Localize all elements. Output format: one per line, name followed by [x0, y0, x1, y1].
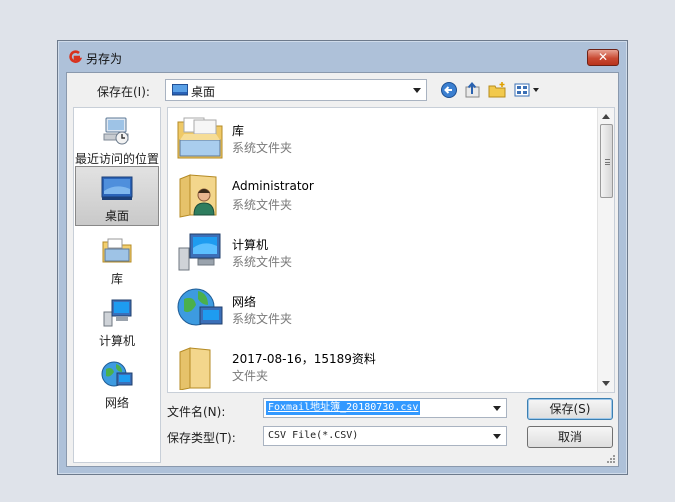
places-recent-label: 最近访问的位置	[74, 152, 159, 166]
scrollbar-thumb[interactable]	[600, 124, 613, 198]
desktop-icon	[101, 176, 133, 200]
file-list[interactable]: 库 系统文件夹 Administrator 系统文件夹 计算机 系统文件夹 网络…	[167, 107, 615, 393]
list-item[interactable]: Administrator 系统文件夹	[176, 169, 596, 225]
list-item[interactable]: 网络 系统文件夹	[176, 283, 596, 339]
back-arrow-icon[interactable]	[439, 81, 459, 99]
places-desktop[interactable]: 桌面	[75, 166, 159, 226]
filetype-value: CSV File(*.CSV)	[268, 430, 359, 441]
places-network[interactable]: 网络	[74, 354, 160, 414]
chevron-down-icon[interactable]	[493, 434, 501, 439]
save-in-label: 保存在(I):	[97, 85, 150, 99]
file-type: 系统文件夹	[232, 255, 293, 269]
places-libraries[interactable]: 库	[74, 230, 160, 290]
computer-icon	[178, 233, 221, 271]
file-type: 文件夹	[232, 369, 269, 383]
libraries-folder-icon	[177, 117, 223, 159]
file-type: 系统文件夹	[232, 141, 293, 155]
cancel-button[interactable]: 取消	[527, 426, 613, 448]
file-type: 系统文件夹	[232, 312, 293, 326]
places-network-label: 网络	[104, 396, 129, 410]
filetype-dropdown[interactable]: CSV File(*.CSV)	[263, 426, 507, 446]
title-bar[interactable]: 另存为 ✕	[58, 41, 627, 71]
places-recent[interactable]: 最近访问的位置	[74, 110, 160, 170]
view-menu-icon[interactable]	[513, 81, 541, 99]
dialog-body: 保存在(I): 桌面 最近访问的位置 桌面 库 计算机 网络 库 系统文件夹 A…	[66, 72, 619, 467]
places-computer-label: 计算机	[98, 334, 135, 348]
recent-places-icon	[103, 117, 129, 145]
chevron-down-icon[interactable]	[413, 88, 421, 93]
chevron-down-icon[interactable]	[493, 406, 501, 411]
file-name: 计算机	[232, 238, 269, 252]
save-button[interactable]: 保存(S)	[527, 398, 613, 420]
list-item[interactable]: 计算机 系统文件夹	[176, 226, 596, 282]
window-title: 另存为	[86, 52, 123, 66]
file-name: Administrator	[232, 179, 314, 193]
foxmail-logo-icon	[69, 50, 82, 63]
vertical-scrollbar[interactable]	[597, 108, 614, 392]
filetype-label: 保存类型(T):	[167, 431, 236, 445]
filename-field[interactable]: Foxmail地址簿_20180730.csv	[263, 398, 507, 418]
filename-value: Foxmail地址簿_20180730.csv	[266, 401, 421, 415]
scroll-down-icon[interactable]	[602, 381, 610, 386]
save-as-dialog: 另存为 ✕ 保存在(I): 桌面 最近访问的位置 桌面 库 计算机 网络 库 系…	[57, 40, 628, 475]
close-button[interactable]: ✕	[587, 49, 619, 66]
libraries-icon	[102, 238, 132, 263]
network-icon	[101, 361, 133, 387]
computer-icon	[103, 299, 132, 327]
file-name: 2017-08-16，15189资料	[232, 352, 376, 366]
places-desktop-label: 桌面	[104, 209, 129, 223]
grip-icon	[605, 159, 610, 165]
network-icon	[177, 288, 223, 326]
save-in-value: 桌面	[191, 85, 216, 99]
file-name: 库	[232, 124, 245, 138]
file-type: 系统文件夹	[232, 198, 293, 212]
up-folder-icon[interactable]	[463, 81, 483, 99]
desktop-icon	[172, 84, 188, 96]
new-folder-icon[interactable]	[487, 81, 507, 99]
places-computer[interactable]: 计算机	[74, 292, 160, 352]
resize-grip-icon[interactable]	[605, 453, 615, 463]
list-item[interactable]: 2017-08-16，15189资料 文件夹	[176, 340, 596, 392]
filename-label: 文件名(N):	[167, 405, 226, 419]
file-name: 网络	[232, 295, 257, 309]
folder-icon	[179, 347, 211, 390]
places-libraries-label: 库	[110, 272, 123, 286]
scroll-up-icon[interactable]	[602, 114, 610, 119]
save-in-dropdown[interactable]: 桌面	[165, 79, 427, 101]
places-bar: 最近访问的位置 桌面 库 计算机 网络	[73, 107, 161, 463]
user-folder-icon	[179, 174, 217, 218]
list-item[interactable]: 库 系统文件夹	[176, 112, 596, 168]
